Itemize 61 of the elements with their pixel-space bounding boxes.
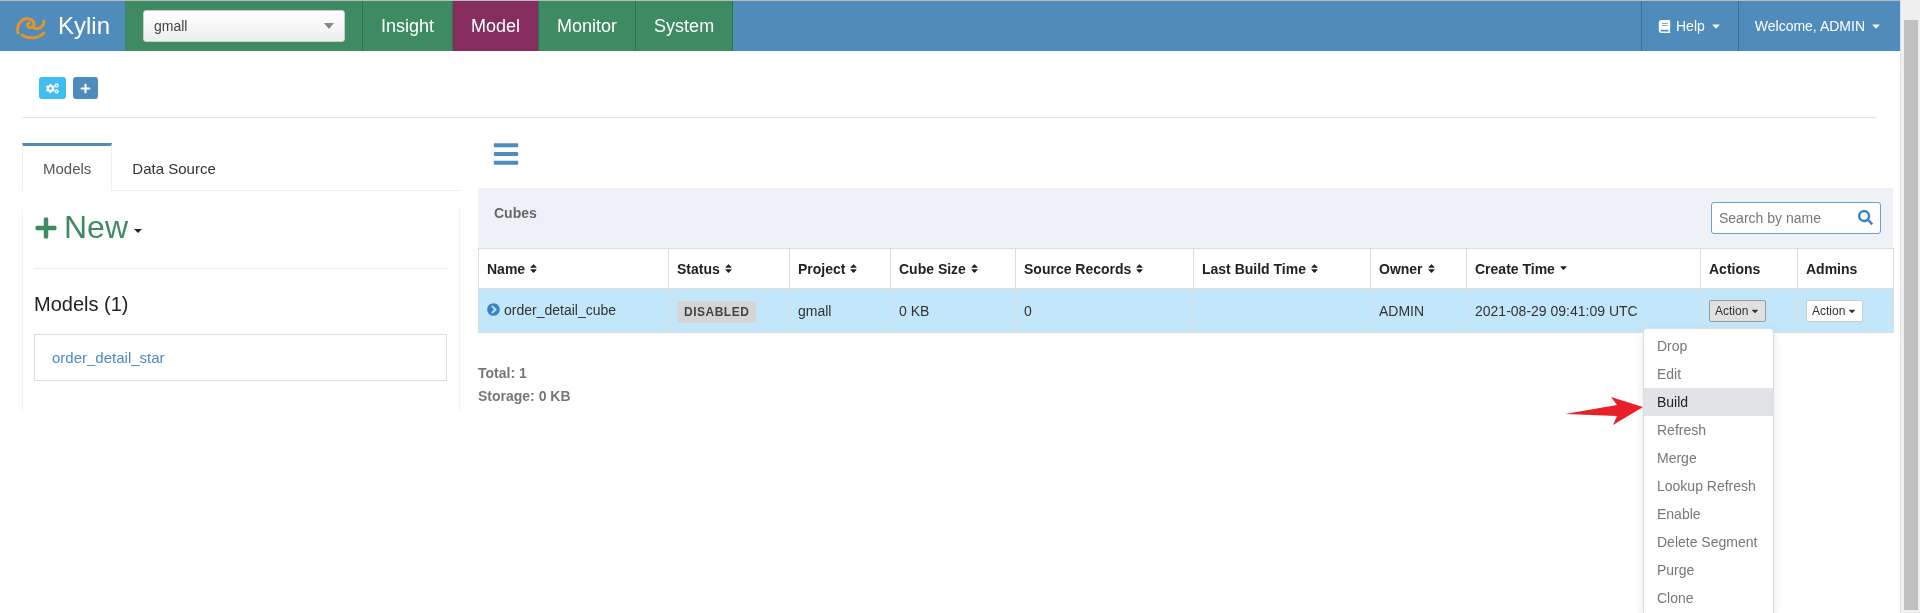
table-cell: 0 KB <box>890 288 1016 333</box>
cube-name: order_detail_cube <box>504 301 617 318</box>
sort-icon[interactable] <box>1309 263 1320 274</box>
menu-item[interactable]: Delete Segment <box>1644 528 1773 556</box>
column-header[interactable]: Name <box>478 248 669 289</box>
menu-item[interactable]: Merge <box>1644 444 1773 472</box>
brand-name[interactable]: Kylin <box>58 12 111 40</box>
panel-tab[interactable]: Models <box>22 143 113 191</box>
panel-title: Cubes <box>494 205 537 221</box>
column-header[interactable]: Actions <box>1700 248 1798 289</box>
column-header[interactable]: Last Build Time <box>1193 248 1371 289</box>
help-menu[interactable]: Help <box>1641 1 1738 51</box>
search-icon[interactable] <box>1858 210 1873 225</box>
menu-item[interactable]: Refresh <box>1644 416 1773 444</box>
column-header[interactable]: Admins <box>1797 248 1894 289</box>
column-header[interactable]: Project <box>789 248 891 289</box>
menu-item[interactable]: Build <box>1644 388 1773 416</box>
project-select[interactable]: gmall <box>143 10 345 42</box>
storage-size: Storage: 0 KB <box>478 388 571 404</box>
menu-item[interactable]: Purge <box>1644 556 1773 584</box>
expand-icon[interactable] <box>487 303 500 317</box>
new-button[interactable]: New <box>34 209 142 246</box>
column-header[interactable]: Create Time <box>1466 248 1701 289</box>
models-heading: Models (1) <box>34 293 130 316</box>
plus-icon <box>34 215 58 240</box>
scrollbar[interactable] <box>1900 0 1920 613</box>
sort-icon[interactable] <box>968 263 980 274</box>
action-dropdown-button[interactable]: Action <box>1709 299 1767 322</box>
nav-tab[interactable]: Monitor <box>539 1 637 51</box>
action-dropdown-button[interactable]: Action <box>1806 299 1864 322</box>
book-icon <box>1658 19 1671 33</box>
arrow-icon <box>1565 396 1643 426</box>
gears-icon <box>46 81 59 95</box>
column-header[interactable]: Source Records <box>1015 248 1194 289</box>
menu-item[interactable]: Enable <box>1644 500 1773 528</box>
menu-item[interactable]: Edit <box>1644 360 1773 388</box>
total-count: Total: 1 <box>478 365 527 381</box>
plus-icon <box>80 82 91 94</box>
model-list-item[interactable]: order_detail_star <box>34 334 447 381</box>
column-header[interactable]: Owner <box>1370 248 1467 289</box>
search-field[interactable]: Search by name <box>1711 202 1881 234</box>
sort-icon[interactable] <box>848 263 860 274</box>
menu-item[interactable]: Drop <box>1644 332 1773 360</box>
nav-tab[interactable]: Insight <box>363 1 454 51</box>
menu-item[interactable]: Lookup Refresh <box>1644 472 1773 500</box>
status-label: DISABLED <box>677 300 757 323</box>
menu-item[interactable]: Clone <box>1644 584 1773 612</box>
column-header[interactable]: Status <box>668 248 790 289</box>
menu-icon[interactable] <box>492 140 520 168</box>
caret-icon <box>324 23 334 29</box>
add-button[interactable] <box>73 77 98 99</box>
sort-icon[interactable] <box>722 263 734 274</box>
table-cell: 0 <box>1015 288 1194 333</box>
table-cell: ADMIN <box>1370 288 1467 333</box>
sort-icon[interactable] <box>528 263 540 274</box>
nav-tab[interactable]: Model <box>453 1 540 51</box>
column-header[interactable]: Cube Size <box>890 248 1016 289</box>
table-cell: gmall <box>789 288 891 333</box>
nav-tab[interactable]: System <box>636 1 734 51</box>
sort-icon[interactable] <box>1134 263 1146 274</box>
sort-icon[interactable] <box>1425 263 1437 274</box>
